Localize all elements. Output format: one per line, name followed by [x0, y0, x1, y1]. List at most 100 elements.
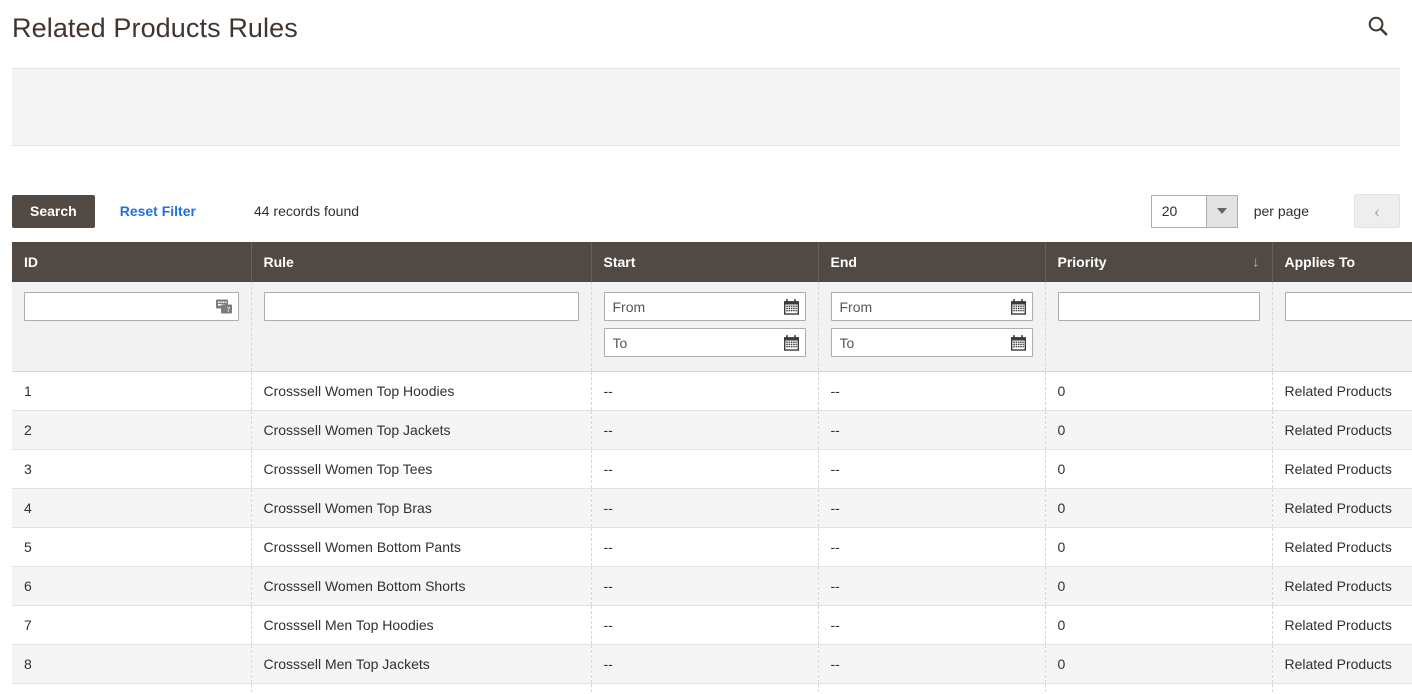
end-to-filter-input[interactable] [830, 328, 1033, 357]
cell-rule: Crosssell Men Top Hoodies [251, 605, 592, 645]
table-row[interactable]: 7 Crosssell Men Top Hoodies -- -- 0 Related P… [12, 605, 1412, 645]
cell-priority: 0 [1045, 410, 1273, 450]
applies-to-filter-input[interactable] [1284, 292, 1412, 321]
cell-applies-to: Related Products [1272, 683, 1412, 694]
cell-priority: 0 [1045, 566, 1273, 606]
grid-toolbar: Search Reset Filter 44 records found 20 … [0, 182, 1412, 240]
column-header-start[interactable]: Start [591, 242, 819, 282]
cell-rule: Crosssell Women Top Jackets [251, 410, 592, 450]
column-label: Start [603, 254, 636, 270]
calendar-icon[interactable] [782, 333, 801, 352]
cell-applies-to: Related Products [1272, 644, 1412, 684]
table-filter-row: 7 [12, 282, 1412, 372]
svg-text:7: 7 [226, 307, 230, 314]
filter-cell-applies-to [1272, 282, 1412, 372]
column-label: Applies To [1284, 254, 1356, 270]
related-products-rules-page: Related Products Rules Search Reset Filt… [0, 0, 1412, 694]
cell-applies-to: Related Products [1272, 488, 1412, 528]
table-row[interactable]: 2 Crosssell Women Top Jackets -- -- 0 Related… [12, 410, 1412, 450]
table-row[interactable]: 4 Crosssell Women Top Bras -- -- 0 Related Pr… [12, 488, 1412, 528]
cell-id: 5 [12, 527, 252, 567]
page-header: Related Products Rules [0, 0, 1412, 56]
cell-end: -- [818, 683, 1046, 694]
page-title: Related Products Rules [12, 12, 298, 43]
cell-rule: Crosssell Women Bottom Shorts [251, 566, 592, 606]
cell-id: 6 [12, 566, 252, 606]
cell-rule: Crosssell Men Top Tees [251, 683, 592, 694]
cell-end: -- [818, 566, 1046, 606]
table-row[interactable]: 1 Crosssell Women Top Hoodies -- -- 0 Related… [12, 371, 1412, 411]
per-page-label: per page [1253, 203, 1309, 219]
calendar-icon[interactable] [1009, 333, 1028, 352]
rules-grid: ID Rule Start End Priority ↓ Applies To … [12, 242, 1412, 694]
cell-rule: Crosssell Women Bottom Pants [251, 527, 592, 567]
reset-filter-button[interactable]: Reset Filter [120, 203, 196, 219]
cell-priority: 0 [1045, 527, 1273, 567]
column-header-end[interactable]: End [818, 242, 1046, 282]
start-from-filter-input[interactable] [603, 292, 806, 321]
cell-id: 2 [12, 410, 252, 450]
cell-start: -- [591, 449, 819, 489]
rules-table: ID Rule Start End Priority ↓ Applies To … [12, 242, 1412, 694]
column-label: ID [24, 254, 38, 270]
cell-rule: Crosssell Women Top Hoodies [251, 371, 592, 411]
cell-rule: Crosssell Men Top Jackets [251, 644, 592, 684]
rule-filter-input[interactable] [263, 292, 579, 321]
cell-start: -- [591, 488, 819, 528]
cell-priority: 0 [1045, 371, 1273, 411]
table-row[interactable]: 5 Crosssell Women Bottom Pants -- -- 0 Relate… [12, 527, 1412, 567]
previous-page-button[interactable]: ‹ [1354, 194, 1400, 228]
cell-id: 1 [12, 371, 252, 411]
cell-rule: Crosssell Women Top Tees [251, 449, 592, 489]
cell-id: 3 [12, 449, 252, 489]
cell-applies-to: Related Products [1272, 449, 1412, 489]
cell-start: -- [591, 410, 819, 450]
table-row[interactable]: 6 Crosssell Women Bottom Shorts -- -- 0 Relat… [12, 566, 1412, 606]
search-icon[interactable] [1360, 8, 1396, 44]
table-row[interactable]: 8 Crosssell Men Top Jackets -- -- 0 Related P… [12, 644, 1412, 684]
calendar-icon[interactable] [782, 297, 801, 316]
filter-cell-rule [251, 282, 592, 372]
keyboard-input-icon[interactable]: 7 [215, 297, 234, 316]
cell-applies-to: Related Products [1272, 410, 1412, 450]
cell-start: -- [591, 605, 819, 645]
table-body: 1 Crosssell Women Top Hoodies -- -- 0 Related… [12, 371, 1412, 694]
table-row[interactable]: 9Crosssell Men Top Tees----0Related Prod… [12, 683, 1412, 694]
records-found-count: 44 records found [253, 203, 360, 219]
column-header-applies-to[interactable]: Applies To [1272, 242, 1412, 282]
priority-filter-input[interactable] [1057, 292, 1260, 321]
pager: 20 per page ‹ [1150, 194, 1400, 228]
filter-cell-id: 7 [12, 282, 252, 372]
search-panel [12, 68, 1400, 146]
column-label: Priority [1057, 254, 1107, 270]
cell-id: 4 [12, 488, 252, 528]
column-header-id[interactable]: ID [12, 242, 252, 282]
column-label: Rule [263, 254, 294, 270]
cell-start: -- [591, 566, 819, 606]
chevron-left-icon: ‹ [1373, 200, 1381, 222]
per-page-select[interactable]: 20 [1150, 194, 1238, 228]
cell-end: -- [818, 605, 1046, 645]
column-label: End [830, 254, 857, 270]
id-filter-input[interactable] [24, 292, 239, 321]
filter-cell-priority [1045, 282, 1273, 372]
cell-id: 8 [12, 644, 252, 684]
chevron-down-icon [1205, 195, 1237, 227]
per-page-value: 20 [1151, 195, 1206, 227]
table-header-row: ID Rule Start End Priority ↓ Applies To [12, 242, 1412, 282]
cell-end: -- [818, 449, 1046, 489]
table-row[interactable]: 3 Crosssell Women Top Tees -- -- 0 Related Pr… [12, 449, 1412, 489]
sort-descending-icon: ↓ [1252, 253, 1260, 271]
calendar-icon[interactable] [1009, 297, 1028, 316]
column-header-priority[interactable]: Priority ↓ [1045, 242, 1273, 282]
start-to-filter-input[interactable] [603, 328, 806, 357]
cell-id: 7 [12, 605, 252, 645]
cell-applies-to: Related Products [1272, 566, 1412, 606]
cell-id: 9 [12, 683, 252, 694]
cell-rule: Crosssell Women Top Bras [251, 488, 592, 528]
cell-start: -- [591, 644, 819, 684]
search-button[interactable]: Search [12, 194, 95, 228]
cell-end: -- [818, 410, 1046, 450]
column-header-rule[interactable]: Rule [251, 242, 592, 282]
end-from-filter-input[interactable] [830, 292, 1033, 321]
